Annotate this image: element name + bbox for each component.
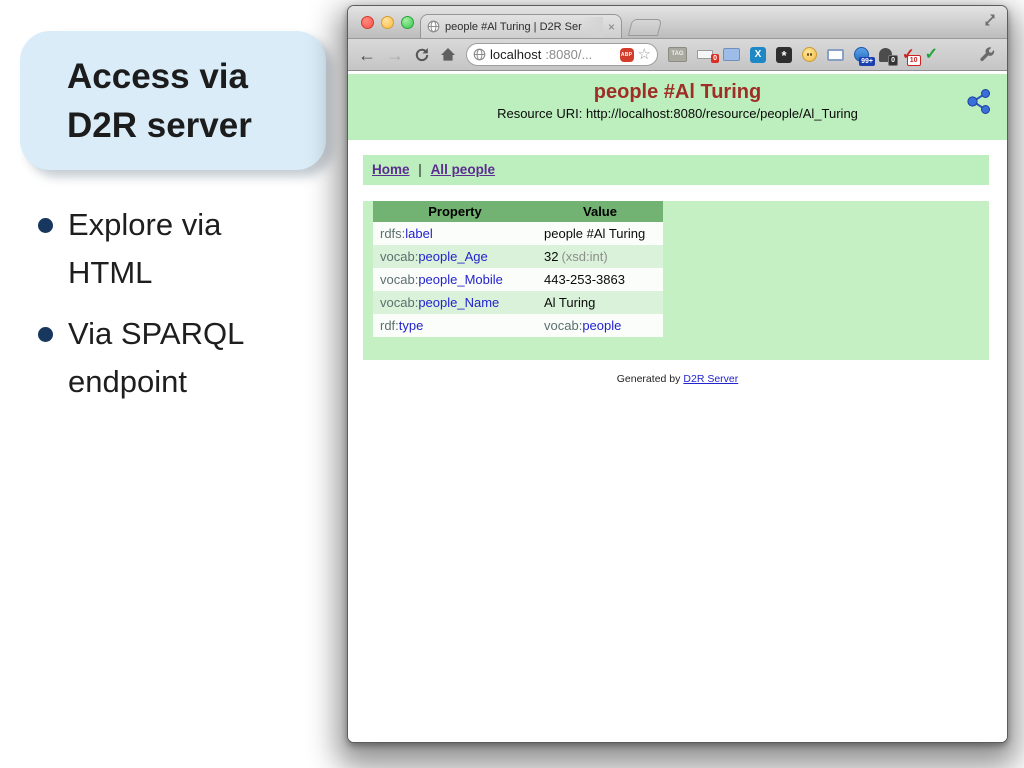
extension-ghost-button[interactable]: 0 — [879, 48, 892, 62]
slide-title-box: Access via D2R server — [20, 31, 326, 170]
table-row: vocab:people_Age 32(xsd:int) — [373, 245, 663, 268]
page-content: people #Al Turing Resource URI: http://l… — [348, 71, 1007, 742]
table-row: vocab:people_Mobile 443-253-3863 — [373, 268, 663, 291]
value-link[interactable]: people — [582, 318, 621, 333]
globe-favicon-icon — [427, 20, 440, 33]
slide-title: Access via D2R server — [20, 31, 310, 150]
xmarks-icon: X — [750, 47, 766, 63]
extension-asterisk-button[interactable]: * — [776, 47, 792, 63]
property-prefix: vocab: — [380, 272, 418, 287]
screenshot-icon — [723, 48, 740, 61]
property-value: 443-253-3863 — [544, 272, 625, 287]
adblock-icon[interactable]: ABP — [620, 48, 634, 62]
tab-title: people #Al Turing | D2R Ser — [445, 21, 603, 33]
url-host-text: localhost — [490, 47, 541, 62]
home-link[interactable]: Home — [372, 162, 410, 177]
bullet-text: Via SPARQL endpoint — [68, 310, 308, 406]
close-window-button[interactable] — [361, 16, 374, 29]
browser-titlebar: people #Al Turing | D2R Ser × — [348, 6, 1007, 39]
slide-background: Access via D2R server Explore via HTML V… — [0, 0, 1024, 768]
property-column-header: Property — [373, 201, 537, 222]
minimize-window-button[interactable] — [381, 16, 394, 29]
extension-validator-button[interactable]: ✓ — [925, 47, 938, 63]
page-nav: Home | All people — [363, 155, 989, 185]
property-prefix: vocab: — [380, 249, 418, 264]
bullet-icon — [38, 218, 53, 233]
bullet-text: Explore via HTML — [68, 201, 308, 297]
value-prefix: vocab: — [544, 318, 582, 333]
property-value: 32 — [544, 249, 558, 264]
bullet-list: Explore via HTML Via SPARQL endpoint — [38, 201, 343, 419]
new-tab-button[interactable] — [628, 19, 662, 36]
bullet-icon — [38, 327, 53, 342]
url-path-text: :8080/... — [545, 47, 615, 62]
list-item: Explore via HTML — [38, 201, 343, 297]
extension-counter-button[interactable]: 0 — [697, 50, 713, 59]
property-prefix: vocab: — [380, 295, 418, 310]
resource-uri: Resource URI: http://localhost:8080/reso… — [348, 106, 1007, 121]
properties-panel: Property Value rdfs:label people #Al Tur… — [363, 201, 989, 360]
address-bar[interactable]: localhost :8080/... ABP ☆ — [466, 43, 658, 66]
browser-tab[interactable]: people #Al Turing | D2R Ser × — [420, 14, 622, 38]
resize-window-icon[interactable] — [983, 13, 997, 27]
rdf-data-icon[interactable] — [966, 88, 993, 115]
zoom-window-button[interactable] — [401, 16, 414, 29]
all-people-link[interactable]: All people — [431, 162, 496, 177]
capture-frame-icon — [827, 49, 844, 61]
page-header: people #Al Turing Resource URI: http://l… — [348, 74, 1007, 140]
globe-icon — [473, 48, 486, 61]
table-row: vocab:people_Name Al Turing — [373, 291, 663, 314]
value-datatype: (xsd:int) — [561, 249, 607, 264]
extension-smiley-button[interactable] — [802, 47, 817, 62]
nav-separator: | — [418, 162, 422, 177]
tab-title-fade — [581, 17, 603, 37]
d2r-server-link[interactable]: D2R Server — [683, 373, 738, 385]
footer-text: Generated by — [617, 373, 681, 385]
browser-toolbar: ← → localhost :8080/... ABP ☆ — [348, 39, 1007, 71]
table-row: rdfs:label people #Al Turing — [373, 222, 663, 245]
checker-badge: 10 — [907, 55, 921, 66]
smiley-icon — [802, 47, 817, 62]
extension-capture-button[interactable] — [827, 49, 844, 61]
table-row: rdf:type vocab:people — [373, 314, 663, 337]
counter-badge: 0 — [711, 54, 719, 63]
list-item: Via SPARQL endpoint — [38, 310, 343, 406]
wrench-menu-icon[interactable] — [979, 47, 995, 63]
property-link[interactable]: people_Name — [418, 295, 499, 310]
browser-window: people #Al Turing | D2R Ser × ← → — [347, 5, 1008, 743]
property-value: people #Al Turing — [544, 226, 645, 241]
bookmark-star-icon[interactable]: ☆ — [638, 47, 651, 62]
forward-button[interactable]: → — [386, 46, 404, 64]
property-link[interactable]: people_Age — [418, 249, 487, 264]
green-check-icon: ✓ — [925, 47, 938, 63]
property-prefix: rdfs: — [380, 226, 405, 241]
extension-tag-button[interactable]: TAG — [668, 47, 687, 62]
table-header-row: Property Value — [373, 201, 663, 222]
extension-xmarks-button[interactable]: X — [750, 47, 766, 63]
property-link[interactable]: label — [405, 226, 432, 241]
extension-checker-button[interactable]: ✓ 10 — [902, 47, 915, 62]
page-title: people #Al Turing — [348, 74, 1007, 104]
property-link[interactable]: people_Mobile — [418, 272, 503, 287]
tag-icon: TAG — [668, 47, 687, 62]
home-button[interactable] — [440, 47, 456, 62]
property-value: Al Turing — [544, 295, 595, 310]
property-prefix: rdf: — [380, 318, 399, 333]
window-controls — [361, 16, 414, 29]
page-footer: Generated byD2R Server — [348, 373, 1007, 385]
property-link[interactable]: type — [399, 318, 424, 333]
extension-screenshot-button[interactable] — [723, 48, 740, 61]
ghost-badge: 0 — [888, 55, 898, 66]
reload-button[interactable] — [414, 47, 430, 63]
extension-notifier-button[interactable]: 99+ — [854, 47, 869, 62]
tab-close-icon[interactable]: × — [608, 21, 615, 33]
properties-table: Property Value rdfs:label people #Al Tur… — [373, 201, 663, 337]
value-column-header: Value — [537, 201, 663, 222]
notifier-badge: 99+ — [859, 57, 875, 66]
back-button[interactable]: ← — [358, 46, 376, 64]
asterisk-icon: * — [776, 47, 792, 63]
